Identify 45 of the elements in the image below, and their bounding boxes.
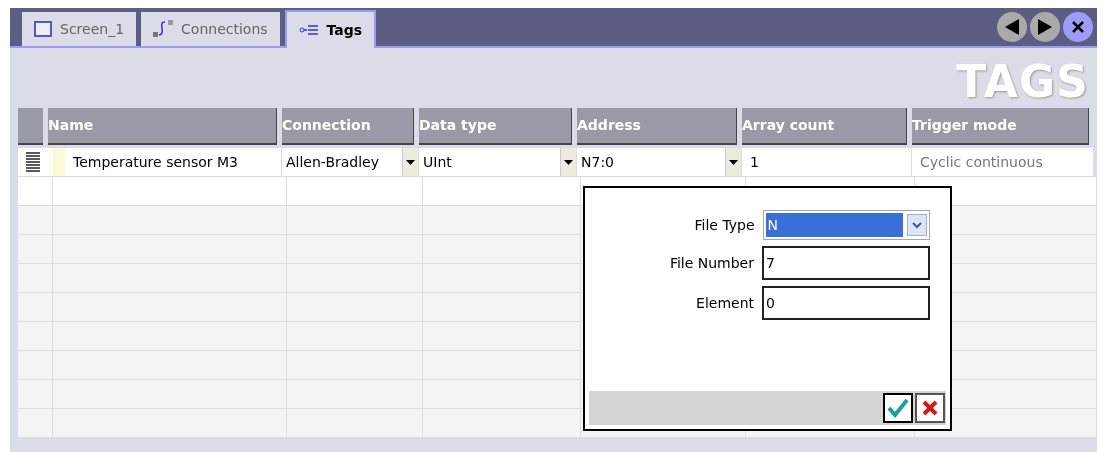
field-label: File Number	[668, 253, 754, 273]
dropdown-button[interactable]	[725, 148, 741, 176]
row-marker	[48, 148, 65, 176]
column-header[interactable]: Data type	[419, 108, 572, 145]
caret-icon	[406, 159, 415, 165]
tab[interactable]: Tags	[284, 10, 377, 48]
field-label: Element	[695, 293, 754, 313]
table-cell-text: 1	[749, 152, 760, 172]
table-cell-text: N7:0	[580, 152, 615, 172]
input-field[interactable]: 7	[762, 246, 930, 280]
column-header[interactable]: Name	[48, 108, 277, 145]
screen-icon	[34, 21, 52, 37]
row-header-corner	[18, 108, 43, 145]
right-triangle-icon	[1038, 19, 1052, 35]
column-header[interactable]: Address	[577, 108, 737, 145]
tag-list-icon	[298, 24, 319, 36]
cross-icon	[922, 400, 938, 416]
column-header[interactable]: Array count	[742, 108, 907, 145]
previous-button[interactable]	[997, 12, 1027, 42]
input-field[interactable]: 0	[762, 286, 930, 320]
file-type-select[interactable]: N	[762, 210, 930, 240]
caret-icon	[729, 159, 738, 165]
tab[interactable]: Screen_1	[22, 12, 137, 46]
page-title: TAGS	[956, 60, 1089, 104]
close-icon	[1072, 21, 1084, 33]
column-header[interactable]: Connection	[282, 108, 414, 145]
table-cell-text: Allen-Bradley	[285, 152, 380, 172]
left-triangle-icon	[1005, 19, 1019, 35]
table-cell-text: UInt	[422, 152, 453, 172]
confirm-button[interactable]	[883, 393, 913, 423]
caret-icon	[564, 159, 573, 165]
dropdown-button[interactable]	[560, 148, 576, 176]
checkmark-icon	[887, 398, 909, 418]
chevron-down-icon	[907, 214, 927, 236]
cancel-button[interactable]	[915, 393, 945, 423]
dropdown-button[interactable]	[402, 148, 418, 176]
connection-icon	[153, 20, 174, 38]
column-header[interactable]: Trigger mode	[912, 108, 1089, 145]
row-selector-icon[interactable]	[26, 152, 40, 172]
field-label: File Type	[693, 215, 755, 235]
next-button[interactable]	[1030, 12, 1060, 42]
close-button[interactable]	[1063, 12, 1093, 42]
table-cell-text: Cyclic continuous	[919, 152, 1044, 172]
tab[interactable]: Connections	[141, 12, 280, 46]
table-cell-text: Temperature sensor M3	[72, 152, 239, 172]
